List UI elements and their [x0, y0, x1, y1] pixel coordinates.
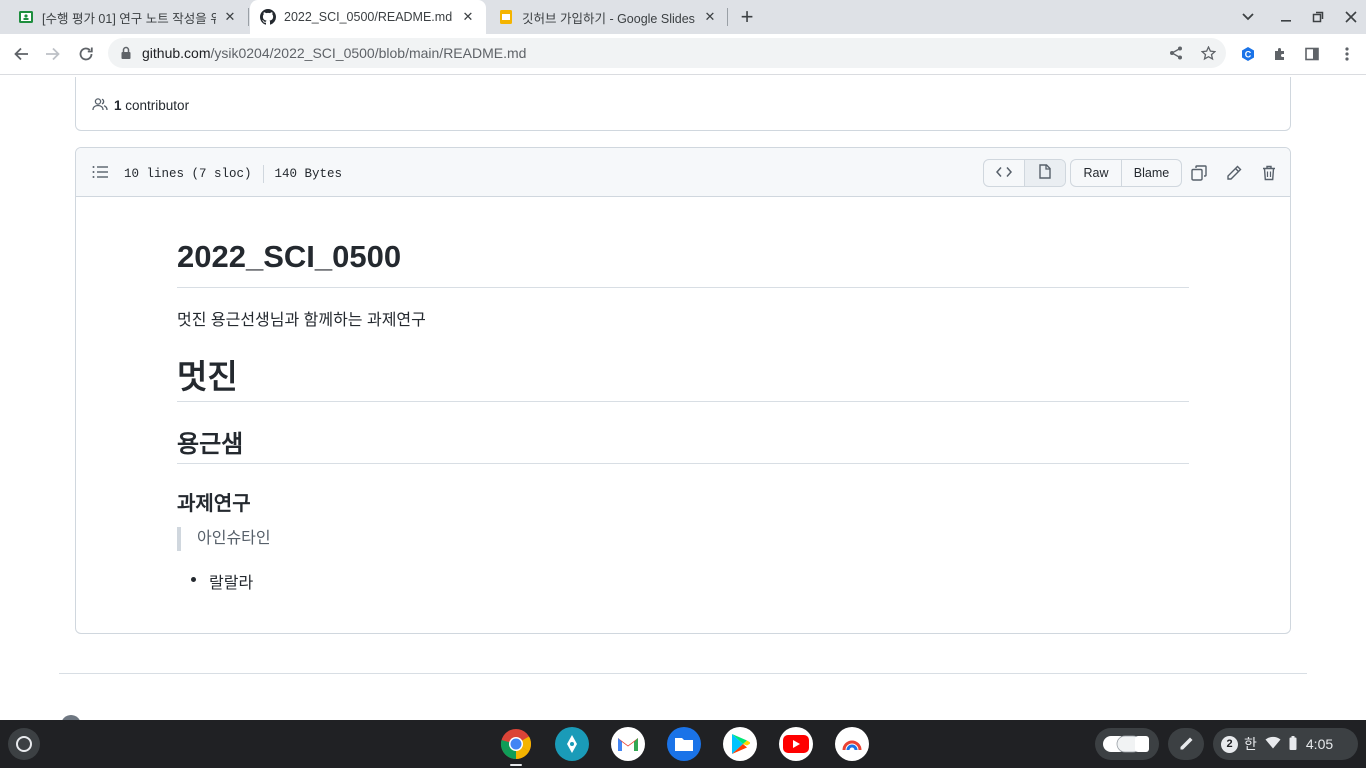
notification-badge: 2	[1221, 735, 1238, 753]
tab-readme[interactable]: 2022_SCI_0500/README.md at ✕	[250, 0, 486, 34]
launcher-button[interactable]	[8, 728, 40, 760]
wifi-icon	[1265, 736, 1281, 752]
blame-button[interactable]: Blame	[1122, 160, 1181, 186]
file-info: 10 lines (7 sloc) 140 Bytes	[124, 165, 342, 183]
new-tab-button[interactable]: +	[730, 0, 764, 34]
contributors[interactable]: 1 contributor	[92, 97, 189, 114]
close-window-icon[interactable]	[1334, 0, 1366, 34]
url-text: github.com/ysik0204/2022_SCI_0500/blob/m…	[142, 45, 526, 61]
extension-c-icon[interactable]: C	[1233, 39, 1263, 69]
github-page: 1 contributor 10 lines (7 sloc) 140 Byte…	[0, 75, 1366, 720]
play-store-app-icon[interactable]	[723, 727, 757, 761]
tab-separator	[248, 8, 249, 26]
clock: 4:05	[1305, 736, 1334, 752]
forward-icon[interactable]	[38, 39, 68, 69]
chrome-app-icon[interactable]	[499, 727, 533, 761]
copy-icon[interactable]	[1190, 164, 1208, 182]
menu-icon[interactable]	[1332, 39, 1362, 69]
extensions-puzzle-icon[interactable]	[1265, 39, 1295, 69]
readme-heading-2: 용근샘	[177, 431, 244, 458]
tab-separator	[727, 8, 728, 26]
canvas-app-icon[interactable]	[835, 727, 869, 761]
h2-rule	[177, 463, 1189, 464]
readme-description: 멋진 용근선생님과 함께하는 과제연구	[177, 312, 426, 329]
tab-title: [수행 평가 01] 연구 노트 작성을 위	[42, 11, 216, 26]
classroom-icon	[18, 9, 34, 25]
tab-slides[interactable]: 깃허브 가입하기 - Google Slides ✕	[488, 0, 728, 34]
contributor-label: contributor	[125, 98, 190, 113]
line-count: 10 lines (7 sloc)	[124, 167, 252, 181]
divider	[262, 165, 264, 183]
bookmark-star-icon[interactable]	[1200, 45, 1216, 61]
tab-title: 2022_SCI_0500/README.md at	[284, 10, 454, 24]
list-item: 랄랄라	[191, 569, 253, 593]
readme-title: 2022_SCI_0500	[177, 239, 402, 274]
back-icon[interactable]	[6, 39, 36, 69]
footer-divider	[59, 673, 1307, 674]
close-tab-icon[interactable]: ✕	[460, 9, 476, 25]
address-bar[interactable]: github.com/ysik0204/2022_SCI_0500/blob/m…	[108, 38, 1226, 68]
readme-heading-1: 멋진	[177, 358, 238, 395]
file-header: 10 lines (7 sloc) 140 Bytes Raw Blame	[76, 148, 1290, 197]
file-size: 140 Bytes	[274, 167, 343, 181]
code-icon	[995, 166, 1013, 181]
side-panel-icon[interactable]	[1297, 39, 1327, 69]
contributor-count: 1	[114, 98, 122, 113]
chromeos-shelf: 2 한 4:05	[0, 720, 1366, 768]
view-toggle	[983, 159, 1066, 187]
readme-blockquote: 아인슈타인	[177, 527, 271, 551]
tab-strip: [수행 평가 01] 연구 노트 작성을 위 ✕ 2022_SCI_0500/R…	[0, 0, 1366, 34]
file-viewer: 10 lines (7 sloc) 140 Bytes Raw Blame 20…	[75, 147, 1291, 634]
gmail-app-icon[interactable]	[611, 727, 645, 761]
share-icon[interactable]	[1168, 45, 1184, 61]
battery-icon	[1289, 735, 1297, 753]
close-tab-icon[interactable]: ✕	[222, 9, 238, 25]
pen-app-icon[interactable]	[555, 727, 589, 761]
holding-space-button[interactable]	[1095, 728, 1159, 760]
lock-icon[interactable]	[120, 46, 132, 65]
preview-button[interactable]	[1025, 160, 1065, 186]
readme-heading-3: 과제연구	[177, 493, 251, 515]
tab-search-icon[interactable]	[1231, 0, 1265, 34]
stylus-tools-button[interactable]	[1168, 728, 1204, 760]
ime-indicator: 한	[1244, 736, 1257, 752]
github-icon	[260, 9, 276, 25]
running-indicator	[510, 764, 522, 766]
readme-list: 랄랄라	[191, 569, 253, 593]
url-path: /ysik0204/2022_SCI_0500/blob/main/README…	[210, 45, 527, 61]
files-app-icon[interactable]	[667, 727, 701, 761]
tab-classroom[interactable]: [수행 평가 01] 연구 노트 작성을 위 ✕	[8, 0, 248, 34]
minimize-icon[interactable]	[1269, 0, 1303, 34]
contributors-box: 1 contributor	[75, 77, 1291, 131]
status-area[interactable]: 2 한 4:05	[1213, 728, 1358, 760]
slides-icon	[498, 9, 514, 25]
close-tab-icon[interactable]: ✕	[702, 9, 718, 25]
title-rule	[177, 287, 1189, 288]
raw-blame-group: Raw Blame	[1070, 159, 1182, 187]
svg-text:C: C	[1245, 50, 1252, 60]
tab-title: 깃허브 가입하기 - Google Slides	[522, 11, 695, 26]
edit-pencil-icon[interactable]	[1225, 164, 1243, 182]
url-host: github.com	[142, 45, 211, 61]
h1-rule	[177, 401, 1189, 402]
delete-trash-icon[interactable]	[1260, 164, 1278, 182]
raw-button[interactable]: Raw	[1071, 160, 1122, 186]
code-view-button[interactable]	[984, 160, 1025, 186]
reload-icon[interactable]	[71, 39, 101, 69]
youtube-app-icon[interactable]	[779, 727, 813, 761]
people-icon	[92, 97, 108, 114]
table-of-contents-icon[interactable]	[92, 165, 108, 184]
file-icon	[1039, 164, 1051, 182]
restore-icon[interactable]	[1301, 0, 1335, 34]
